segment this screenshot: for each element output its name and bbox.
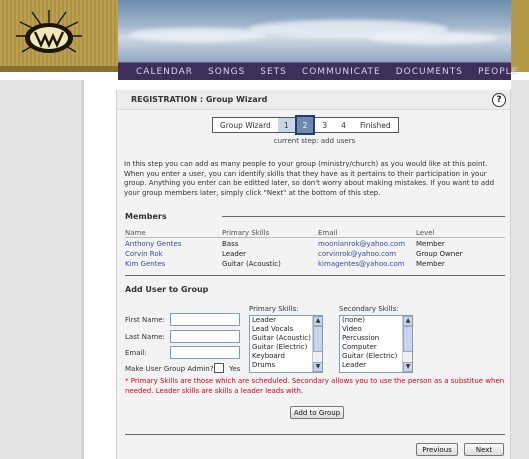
- admin-yes-label: Yes: [229, 365, 241, 373]
- col-email: Email: [318, 228, 338, 237]
- members-heading: Members: [125, 212, 167, 221]
- first-name-field[interactable]: [170, 313, 240, 326]
- members-divider: [222, 216, 505, 217]
- member-email-link[interactable]: kimagentes@yahoo.com: [318, 260, 416, 268]
- member-name-link[interactable]: Kim Gentes: [125, 260, 222, 268]
- primary-skills-list[interactable]: Leader Lead Vocals Guitar (Acoustic) Gui…: [249, 315, 323, 373]
- panel-title: REGISTRATION : Group Wizard: [131, 95, 268, 104]
- left-sidebar: [0, 80, 84, 459]
- header-right-accent: [511, 0, 529, 72]
- first-name-label: First Name:: [125, 316, 165, 324]
- wizard-step-2-current[interactable]: 2: [294, 115, 316, 135]
- wizard-steps: Group Wizard 1 2 3 4 Finished: [212, 115, 399, 135]
- right-gutter: [511, 80, 529, 459]
- skills-note: * Primary Skills are those which are sch…: [125, 377, 505, 395]
- members-bottom-divider: [125, 275, 505, 276]
- table-row: Kim Gentes Guitar (Acoustic) kimagentes@…: [125, 259, 505, 269]
- add-to-group-button[interactable]: Add to Group: [290, 406, 344, 419]
- email-label: Email:: [125, 349, 147, 357]
- scroll-down-icon[interactable]: ▼: [403, 362, 412, 372]
- nav-communicate[interactable]: COMMUNICATE: [302, 67, 381, 77]
- member-email-link[interactable]: moonlanrok@yahoo.com: [318, 240, 416, 248]
- last-name-field[interactable]: [170, 330, 240, 343]
- secondary-skills-list[interactable]: (none) Video Percussion Computer Guitar …: [339, 315, 413, 373]
- admin-label: Make User Group Admin?: [125, 365, 214, 373]
- member-skills: Guitar (Acoustic): [222, 260, 281, 268]
- current-step-label: current step: add users: [273, 137, 356, 145]
- footer-divider: [125, 434, 505, 435]
- main-nav: CALENDAR SONGS SETS COMMUNICATE DOCUMENT…: [118, 62, 517, 80]
- scroll-thumb[interactable]: [313, 326, 322, 352]
- last-name-label: Last Name:: [125, 333, 165, 341]
- scroll-down-icon[interactable]: ▼: [313, 362, 322, 372]
- member-skills: Bass: [222, 240, 239, 248]
- secondary-skills-label: Secondary Skills:: [339, 305, 399, 313]
- logo-block: [0, 0, 118, 72]
- wizard-label: Group Wizard: [213, 118, 278, 132]
- nav-calendar[interactable]: CALENDAR: [136, 67, 193, 77]
- member-name-link[interactable]: Anthony Gentes: [125, 240, 222, 248]
- col-name: Name: [125, 228, 146, 237]
- logo-strip: [0, 66, 118, 72]
- table-row: Anthony Gentes Bass moonlanrok@yahoo.com…: [125, 239, 505, 249]
- scroll-up-icon[interactable]: ▲: [313, 316, 322, 326]
- nav-documents[interactable]: DOCUMENTS: [396, 67, 463, 77]
- wizard-step-finished[interactable]: Finished: [352, 118, 398, 132]
- member-name-link[interactable]: Corvin Rok: [125, 250, 222, 258]
- next-button[interactable]: Next: [464, 443, 504, 456]
- wizard-step-1[interactable]: 1: [277, 118, 295, 132]
- nav-people[interactable]: PEOPLE: [478, 67, 518, 77]
- col-primary-skills: Primary Skills: [222, 228, 270, 237]
- nav-sets[interactable]: SETS: [260, 67, 287, 77]
- panel-header: REGISTRATION : Group Wizard ?: [117, 90, 510, 110]
- site-logo-icon[interactable]: [14, 8, 84, 64]
- member-skills: Leader: [222, 250, 247, 258]
- member-level: Member: [416, 260, 445, 268]
- help-icon[interactable]: ?: [492, 92, 506, 107]
- member-email-link[interactable]: corvinrok@yahoo.com: [318, 250, 416, 258]
- members-table: Name Primary Skills Email Level Anthony …: [125, 228, 505, 269]
- member-level: Group Owner: [416, 250, 463, 258]
- scroll-up-icon[interactable]: ▲: [403, 316, 412, 326]
- wizard-step-3[interactable]: 3: [315, 118, 335, 132]
- previous-button[interactable]: Previous: [416, 443, 458, 456]
- scroll-thumb[interactable]: [403, 326, 412, 352]
- secondary-skills-scrollbar[interactable]: ▲ ▼: [402, 316, 412, 372]
- primary-skills-label: Primary Skills:: [249, 305, 299, 313]
- intro-text: In this step you can add as many people …: [124, 160, 495, 197]
- col-level: Level: [416, 228, 435, 237]
- members-header-row: Name Primary Skills Email Level: [125, 228, 505, 238]
- add-user-heading: Add User to Group: [125, 285, 209, 294]
- member-level: Member: [416, 240, 445, 248]
- header-banner-image: [118, 0, 511, 62]
- table-row: Corvin Rok Leader corvinrok@yahoo.com Gr…: [125, 249, 505, 259]
- site-header: CALENDAR SONGS SETS COMMUNICATE DOCUMENT…: [0, 0, 529, 80]
- primary-skills-scrollbar[interactable]: ▲ ▼: [312, 316, 322, 372]
- registration-panel: REGISTRATION : Group Wizard ? Group Wiza…: [116, 90, 511, 459]
- wizard-step-4[interactable]: 4: [334, 118, 353, 132]
- email-field[interactable]: [170, 346, 240, 359]
- nav-songs[interactable]: SONGS: [208, 67, 245, 77]
- admin-checkbox[interactable]: [214, 363, 224, 373]
